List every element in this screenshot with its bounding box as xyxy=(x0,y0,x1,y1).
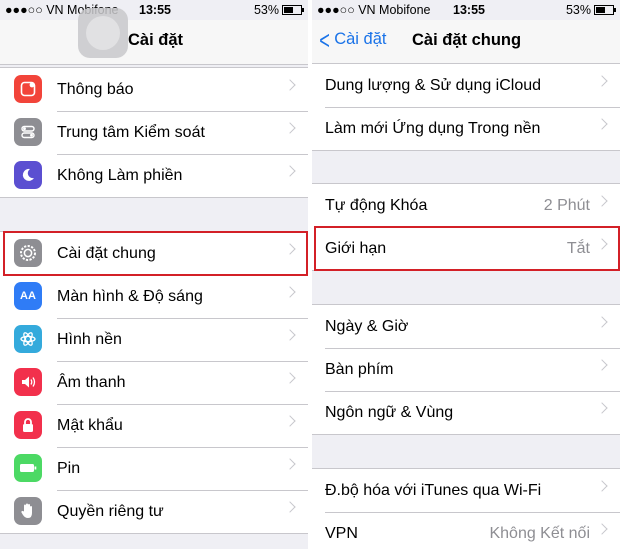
row-label: Dung lượng & Sử dụng iCloud xyxy=(325,76,542,94)
row-value: Không Kết nối xyxy=(489,524,590,542)
chevron-left-icon: < xyxy=(319,24,330,55)
battery-icon xyxy=(14,454,42,482)
row-label: VPN xyxy=(325,524,358,542)
screens: ●●●○○ VN Mobifone 13:55 53% Cài đặt Thôn… xyxy=(0,0,620,549)
chevron-right-icon xyxy=(596,402,608,414)
general-group-1: Dung lượng & Sử dụng iCloud Làm mới Ứng … xyxy=(312,63,620,151)
row-label: Thông báo xyxy=(57,80,134,98)
chevron-right-icon xyxy=(284,372,296,384)
row-label: Hình nền xyxy=(57,330,122,348)
page-title: Cài đặt chung xyxy=(412,31,522,49)
row-privacy[interactable]: Quyền riêng tư xyxy=(0,490,308,533)
general-group-3: Ngày & Giờ Bàn phím Ngôn ngữ & Vùng xyxy=(312,304,620,435)
row-language-region[interactable]: Ngôn ngữ & Vùng xyxy=(312,391,620,434)
row-label: Không Làm phiền xyxy=(57,166,183,184)
general-group-4: Đ.bộ hóa với iTunes qua Wi-Fi VPN Không … xyxy=(312,468,620,549)
chevron-right-icon xyxy=(284,329,296,341)
row-label: Bàn phím xyxy=(325,360,394,378)
chevron-right-icon xyxy=(596,359,608,371)
page-title: Cài đặt xyxy=(128,31,184,49)
row-label: Âm thanh xyxy=(57,373,126,391)
row-label: Mật khẩu xyxy=(57,416,123,434)
moon-icon xyxy=(14,161,42,189)
lock-icon xyxy=(14,411,42,439)
chevron-right-icon xyxy=(596,118,608,130)
row-label: Đ.bộ hóa với iTunes qua Wi-Fi xyxy=(325,481,542,499)
row-wallpaper[interactable]: Hình nền xyxy=(0,318,308,361)
highlight-box xyxy=(314,226,620,271)
chevron-right-icon xyxy=(284,458,296,470)
row-passcode[interactable]: Mật khẩu xyxy=(0,404,308,447)
row-keyboard[interactable]: Bàn phím xyxy=(312,348,620,391)
chevron-right-icon xyxy=(284,79,296,91)
row-label: Tự động Khóa xyxy=(325,196,428,214)
row-display-brightness[interactable]: AA Màn hình & Độ sáng xyxy=(0,275,308,318)
navigation-bar: Cài đặt xyxy=(0,20,308,65)
row-date-time[interactable]: Ngày & Giờ xyxy=(312,305,620,348)
battery-indicator: 53% xyxy=(565,3,616,17)
wallpaper-icon xyxy=(14,325,42,353)
battery-percent: 53% xyxy=(253,3,279,17)
notifications-icon xyxy=(14,75,42,103)
battery-percent: 53% xyxy=(565,3,591,17)
row-battery[interactable]: Pin xyxy=(0,447,308,490)
settings-screen: ●●●○○ VN Mobifone 13:55 53% Cài đặt Thôn… xyxy=(0,0,308,549)
battery-indicator: 53% xyxy=(253,3,304,17)
display-icon: AA xyxy=(14,282,42,310)
row-label: Pin xyxy=(57,459,81,477)
chevron-right-icon xyxy=(596,195,608,207)
battery-icon xyxy=(282,5,304,15)
row-do-not-disturb[interactable]: Không Làm phiền xyxy=(0,154,308,197)
row-vpn[interactable]: VPN Không Kết nối xyxy=(312,512,620,549)
settings-group-2: Cài đặt chung AA Màn hình & Độ sáng Hình… xyxy=(0,231,308,534)
assistive-touch-button[interactable] xyxy=(78,8,128,58)
hand-icon xyxy=(14,497,42,525)
highlight-box xyxy=(3,231,308,276)
row-label: Trung tâm Kiểm soát xyxy=(57,123,205,141)
chevron-right-icon xyxy=(284,286,296,298)
back-label: Cài đặt xyxy=(334,30,387,48)
row-sounds[interactable]: Âm thanh xyxy=(0,361,308,404)
back-button[interactable]: < Cài đặt xyxy=(317,24,387,55)
row-label: Ngôn ngữ & Vùng xyxy=(325,403,454,421)
status-bar: ●●●○○ VN Mobifone 13:55 53% xyxy=(312,0,620,20)
navigation-bar: < Cài đặt Cài đặt chung xyxy=(312,20,620,65)
sound-icon xyxy=(14,368,42,396)
status-bar: ●●●○○ VN Mobifone 13:55 53% xyxy=(0,0,308,20)
chevron-right-icon xyxy=(596,316,608,328)
chevron-right-icon xyxy=(284,122,296,134)
chevron-right-icon xyxy=(596,523,608,535)
chevron-right-icon xyxy=(284,501,296,513)
row-label: Làm mới Ứng dụng Trong nền xyxy=(325,119,541,137)
time-label: 13:55 xyxy=(453,3,485,17)
row-storage-icloud[interactable]: Dung lượng & Sử dụng iCloud xyxy=(312,64,620,107)
row-label: Màn hình & Độ sáng xyxy=(57,287,203,305)
chevron-right-icon xyxy=(284,415,296,427)
battery-icon xyxy=(594,5,616,15)
row-notifications[interactable]: Thông báo xyxy=(0,68,308,111)
row-label: Quyền riêng tư xyxy=(57,502,164,520)
row-background-refresh[interactable]: Làm mới Ứng dụng Trong nền xyxy=(312,107,620,150)
time-label: 13:55 xyxy=(139,3,171,17)
control-center-icon xyxy=(14,118,42,146)
chevron-right-icon xyxy=(596,480,608,492)
chevron-right-icon xyxy=(596,75,608,87)
row-auto-lock[interactable]: Tự động Khóa 2 Phút xyxy=(312,184,620,227)
general-settings-screen: ●●●○○ VN Mobifone 13:55 53% < Cài đặt Cài… xyxy=(312,0,620,549)
carrier-label: ●●●○○ VN Mobifone xyxy=(317,3,431,17)
row-control-center[interactable]: Trung tâm Kiểm soát xyxy=(0,111,308,154)
row-value: 2 Phút xyxy=(543,196,590,214)
chevron-right-icon xyxy=(284,165,296,177)
row-itunes-wifi-sync[interactable]: Đ.bộ hóa với iTunes qua Wi-Fi xyxy=(312,469,620,512)
settings-group-1: Thông báo Trung tâm Kiểm soát Không Làm … xyxy=(0,67,308,198)
row-label: Ngày & Giờ xyxy=(325,317,409,335)
